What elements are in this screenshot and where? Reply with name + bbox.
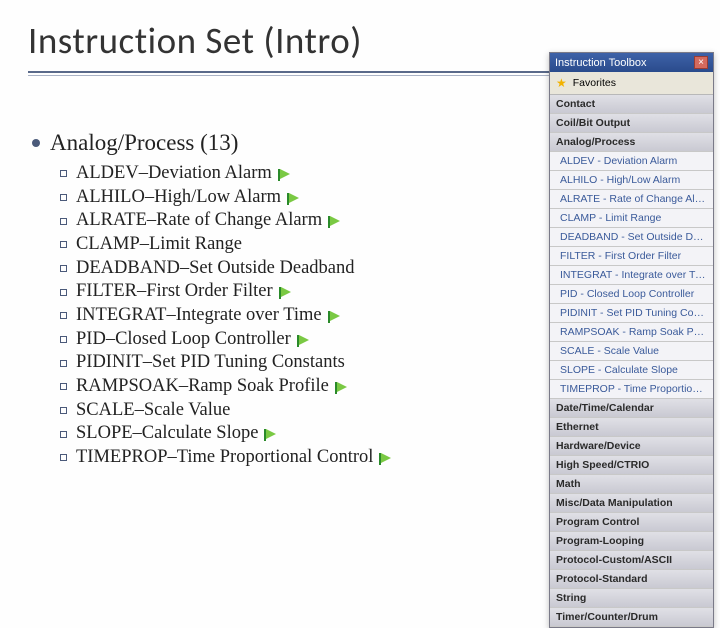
item-desc: Set PID Tuning Constants (152, 351, 345, 375)
item-desc: Closed Loop Controller (115, 328, 291, 352)
flag-icon (287, 193, 303, 205)
toolbox-category-header[interactable]: Protocol-Standard (550, 570, 713, 589)
item-name: TIMEPROP (76, 446, 168, 470)
flag-icon (328, 311, 344, 323)
item-name: RAMPSOAK (76, 375, 179, 399)
toolbox-item[interactable]: ALRATE - Rate of Change Alarm (550, 190, 713, 209)
toolbox-category-header[interactable]: Program Control (550, 513, 713, 532)
toolbox-item[interactable]: INTEGRAT - Integrate over Time (550, 266, 713, 285)
item-desc: High/Low Alarm (154, 186, 281, 210)
toolbox-item[interactable]: SLOPE - Calculate Slope (550, 361, 713, 380)
flag-icon (335, 382, 351, 394)
square-bullet-icon (60, 454, 67, 461)
square-bullet-icon (60, 431, 67, 438)
square-bullet-icon (60, 170, 67, 177)
toolbox-category-header[interactable]: Ethernet (550, 418, 713, 437)
toolbox-category-header[interactable]: Hardware/Device (550, 437, 713, 456)
toolbox-item[interactable]: CLAMP - Limit Range (550, 209, 713, 228)
toolbox-item[interactable]: DEADBAND - Set Outside Deadband (550, 228, 713, 247)
flag-icon (379, 453, 395, 465)
toolbox-category-header[interactable]: High Speed/CTRIO (550, 456, 713, 475)
item-name: INTEGRAT (76, 304, 166, 328)
toolbox-item[interactable]: TIMEPROP - Time Proportional Control (550, 380, 713, 399)
item-name: CLAMP (76, 233, 140, 257)
square-bullet-icon (60, 360, 67, 367)
toolbox-category-header[interactable]: Analog/Process (550, 133, 713, 152)
item-desc: Rate of Change Alarm (156, 209, 322, 233)
square-bullet-icon (60, 407, 67, 414)
toolbox-titlebar: Instruction Toolbox × (550, 53, 713, 72)
toolbox-category-header[interactable]: String (550, 589, 713, 608)
flag-icon (264, 429, 280, 441)
item-name: ALHILO (76, 186, 145, 210)
square-bullet-icon (60, 241, 67, 248)
square-bullet-icon (60, 218, 67, 225)
toolbox-item[interactable]: ALHILO - High/Low Alarm (550, 171, 713, 190)
toolbox-category-header[interactable]: Coil/Bit Output (550, 114, 713, 133)
item-name: DEADBAND (76, 257, 180, 281)
toolbox-item[interactable]: RAMPSOAK - Ramp Soak Profile (550, 323, 713, 342)
toolbox-item[interactable]: PIDINIT - Set PID Tuning Constants (550, 304, 713, 323)
item-desc: Scale Value (144, 399, 230, 423)
item-name: FILTER (76, 280, 137, 304)
toolbox-item[interactable]: SCALE - Scale Value (550, 342, 713, 361)
item-name: PIDINIT (76, 351, 143, 375)
item-name: ALDEV (76, 162, 139, 186)
star-icon: ★ (556, 76, 567, 90)
toolbox-item[interactable]: FILTER - First Order Filter (550, 247, 713, 266)
flag-icon (278, 169, 294, 181)
instruction-toolbox: Instruction Toolbox × ★ Favorites Contac… (549, 52, 714, 628)
square-bullet-icon (60, 194, 67, 201)
item-name: ALRATE (76, 209, 147, 233)
item-desc: Ramp Soak Profile (188, 375, 329, 399)
item-desc: Limit Range (149, 233, 242, 257)
item-desc: Set Outside Deadband (189, 257, 354, 281)
square-bullet-icon (60, 336, 67, 343)
toolbox-favorites-label: Favorites (573, 77, 616, 89)
toolbox-item[interactable]: ALDEV - Deviation Alarm (550, 152, 713, 171)
toolbox-favorites-row[interactable]: ★ Favorites (550, 72, 713, 95)
toolbox-category-header[interactable]: Misc/Data Manipulation (550, 494, 713, 513)
toolbox-category-header[interactable]: Timer/Counter/Drum (550, 608, 713, 627)
item-desc: Calculate Slope (142, 422, 259, 446)
toolbox-category-header[interactable]: Math (550, 475, 713, 494)
item-desc: First Order Filter (146, 280, 272, 304)
toolbox-item[interactable]: PID - Closed Loop Controller (550, 285, 713, 304)
flag-icon (328, 216, 344, 228)
toolbox-category-header[interactable]: Program-Looping (550, 532, 713, 551)
item-name: SCALE (76, 399, 135, 423)
toolbox-body: ContactCoil/Bit OutputAnalog/ProcessALDE… (550, 95, 713, 627)
category-count: (13) (200, 130, 238, 156)
toolbox-category-header[interactable]: Protocol-Custom/ASCII (550, 551, 713, 570)
square-bullet-icon (60, 265, 67, 272)
flag-icon (297, 335, 313, 347)
item-name: PID (76, 328, 106, 352)
square-bullet-icon (60, 289, 67, 296)
square-bullet-icon (60, 312, 67, 319)
square-bullet-icon (60, 383, 67, 390)
item-name: SLOPE (76, 422, 133, 446)
bullet-icon (32, 139, 40, 147)
toolbox-title: Instruction Toolbox (555, 57, 647, 69)
flag-icon (279, 287, 295, 299)
item-desc: Integrate over Time (176, 304, 322, 328)
item-desc: Deviation Alarm (148, 162, 272, 186)
category-name: Analog/Process (50, 130, 194, 156)
toolbox-category-header[interactable]: Contact (550, 95, 713, 114)
close-icon[interactable]: × (694, 56, 708, 69)
toolbox-category-header[interactable]: Date/Time/Calendar (550, 399, 713, 418)
item-desc: Time Proportional Control (177, 446, 374, 470)
